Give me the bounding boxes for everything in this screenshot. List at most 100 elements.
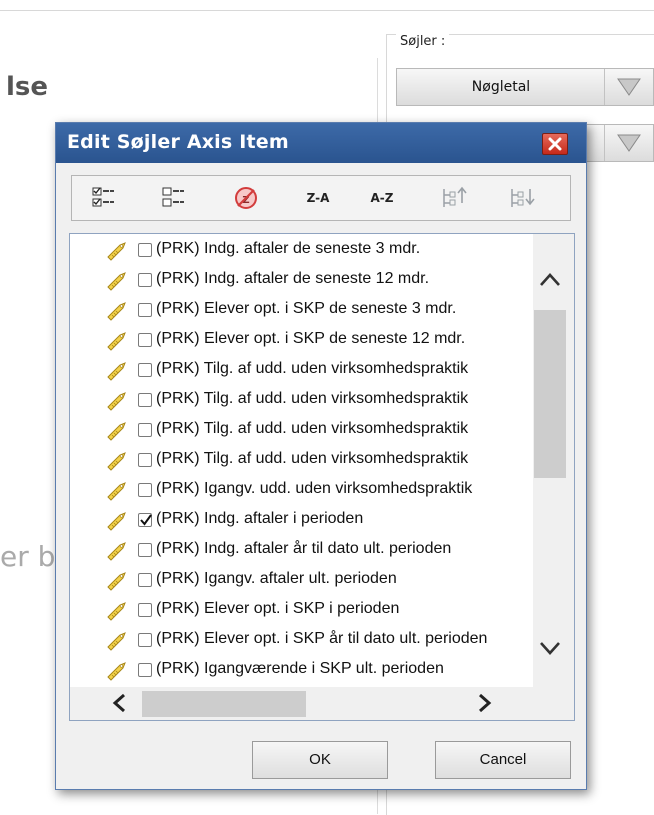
list-item[interactable]: (PRK) Igangværende i SKP ult. perioden <box>70 657 530 685</box>
clear-sort-button[interactable]: Z <box>230 185 262 211</box>
list-item[interactable]: (PRK) Elever opt. i SKP i perioden <box>70 597 530 625</box>
item-label: (PRK) Elever opt. i SKP år til dato ult.… <box>156 630 488 647</box>
dropdown-arrow[interactable] <box>604 125 653 161</box>
move-down-icon <box>511 189 535 207</box>
close-icon <box>548 137 562 151</box>
triangle-down-icon <box>617 78 641 96</box>
item-checkbox[interactable] <box>138 573 152 587</box>
measure-ruler-icon <box>105 390 126 411</box>
sort-descending-button[interactable]: Z-A <box>300 185 332 211</box>
item-checkbox[interactable] <box>138 483 152 497</box>
measure-ruler-icon <box>105 570 126 591</box>
soejler-label: Søjler : <box>396 34 450 49</box>
item-label: (PRK) Tilg. af udd. uden virksomhedsprak… <box>156 450 469 467</box>
item-checkbox[interactable] <box>138 513 152 527</box>
horizontal-scrollbar[interactable] <box>70 687 533 720</box>
item-checkbox[interactable] <box>138 543 152 557</box>
measure-ruler-icon <box>105 600 126 621</box>
item-checkbox[interactable] <box>138 663 152 677</box>
dialog-title: Edit Søjler Axis Item <box>67 131 289 153</box>
edit-axis-item-dialog: Edit Søjler Axis Item Z Z-A A-Z (PRK) In… <box>55 122 587 790</box>
sort-ascending-button[interactable]: A-Z <box>364 185 396 211</box>
triangle-down-icon <box>617 134 641 152</box>
item-label: (PRK) Tilg. af udd. uden virksomhedsprak… <box>156 390 469 407</box>
cancel-button[interactable]: Cancel <box>435 741 571 779</box>
item-checkbox[interactable] <box>138 333 152 347</box>
dialog-titlebar[interactable]: Edit Søjler Axis Item <box>56 123 586 163</box>
measure-ruler-icon <box>105 540 126 561</box>
background-heading: lse <box>6 72 49 102</box>
sort-desc-label: Z-A <box>306 191 330 205</box>
scroll-right-button[interactable] <box>476 692 494 714</box>
item-label: (PRK) Igangv. aftaler ult. perioden <box>156 570 397 587</box>
measure-ruler-icon <box>105 360 126 381</box>
uncheck-all-button[interactable] <box>160 185 192 211</box>
list-item[interactable]: (PRK) Elever opt. i SKP år til dato ult.… <box>70 627 530 655</box>
list-item[interactable]: (PRK) Tilg. af udd. uden virksomhedsprak… <box>70 447 530 475</box>
sort-asc-label: A-Z <box>370 191 394 205</box>
dropdown-value: Nøgletal <box>471 79 531 95</box>
list-item[interactable]: (PRK) Igangv. udd. uden virksomhedsprakt… <box>70 477 530 505</box>
chevron-right-icon <box>479 693 492 713</box>
list-item[interactable]: (PRK) Tilg. af udd. uden virksomhedsprak… <box>70 357 530 385</box>
list-item[interactable]: (PRK) Elever opt. i SKP de seneste 12 md… <box>70 327 530 355</box>
list-item[interactable]: (PRK) Indg. aftaler de seneste 12 mdr. <box>70 267 530 295</box>
item-label: (PRK) Tilg. af udd. uden virksomhedsprak… <box>156 360 469 377</box>
scroll-down-button[interactable] <box>537 638 563 658</box>
measure-ruler-icon <box>105 270 126 291</box>
measure-ruler-icon <box>105 660 126 681</box>
scroll-corner <box>533 687 574 720</box>
item-label: (PRK) Tilg. af udd. uden virksomhedsprak… <box>156 420 469 437</box>
measure-ruler-icon <box>105 300 126 321</box>
item-checkbox[interactable] <box>138 273 152 287</box>
vertical-scrollbar[interactable] <box>533 234 574 687</box>
item-checkbox[interactable] <box>138 453 152 467</box>
item-label: (PRK) Indg. aftaler år til dato ult. per… <box>156 540 452 557</box>
item-checkbox[interactable] <box>138 363 152 377</box>
vertical-scroll-thumb[interactable] <box>534 310 566 478</box>
item-label: (PRK) Indg. aftaler de seneste 12 mdr. <box>156 270 430 287</box>
axis-item-list[interactable]: (PRK) Indg. aftaler de seneste 3 mdr. (PR… <box>69 233 575 721</box>
check-all-button[interactable] <box>90 185 122 211</box>
item-label: (PRK) Elever opt. i SKP de seneste 12 md… <box>156 330 466 347</box>
item-checkbox[interactable] <box>138 303 152 317</box>
item-label: (PRK) Indg. aftaler i perioden <box>156 510 364 527</box>
uncheck-all-icon <box>162 187 184 207</box>
measure-ruler-icon <box>105 240 126 261</box>
item-label: (PRK) Elever opt. i SKP de seneste 3 mdr… <box>156 300 457 317</box>
check-all-icon <box>92 187 114 207</box>
measure-ruler-icon <box>105 510 126 531</box>
item-checkbox[interactable] <box>138 423 152 437</box>
background-text: er b <box>0 540 56 573</box>
scroll-up-button[interactable] <box>537 270 563 290</box>
list-item[interactable]: (PRK) Elever opt. i SKP de seneste 3 mdr… <box>70 297 530 325</box>
chevron-left-icon <box>112 693 125 713</box>
dialog-toolbar: Z Z-A A-Z <box>71 175 571 221</box>
list-item[interactable]: (PRK) Igangv. aftaler ult. perioden <box>70 567 530 595</box>
ok-button[interactable]: OK <box>252 741 388 779</box>
item-checkbox[interactable] <box>138 633 152 647</box>
item-label: (PRK) Igangv. udd. uden virksomhedsprakt… <box>156 480 473 497</box>
chevron-down-icon <box>540 642 560 655</box>
top-divider <box>0 10 654 11</box>
soejler-dropdown[interactable]: Nøgletal <box>396 68 654 106</box>
chevron-up-icon <box>540 273 560 286</box>
scroll-left-button[interactable] <box>110 692 128 714</box>
list-item[interactable]: (PRK) Tilg. af udd. uden virksomhedsprak… <box>70 387 530 415</box>
item-label: (PRK) Igangværende i SKP ult. perioden <box>156 660 444 677</box>
list-item[interactable]: (PRK) Indg. aftaler i perioden <box>70 507 530 535</box>
item-checkbox[interactable] <box>138 243 152 257</box>
list-item[interactable]: (PRK) Tilg. af udd. uden virksomhedsprak… <box>70 417 530 445</box>
item-label: (PRK) Elever opt. i SKP i perioden <box>156 600 400 617</box>
move-down-button[interactable] <box>506 185 538 211</box>
item-checkbox[interactable] <box>138 603 152 617</box>
item-checkbox[interactable] <box>138 393 152 407</box>
measure-ruler-icon <box>105 630 126 651</box>
move-up-button[interactable] <box>438 185 470 211</box>
dropdown-arrow[interactable] <box>604 69 653 105</box>
close-button[interactable] <box>542 133 568 155</box>
move-up-icon <box>443 186 467 207</box>
horizontal-scroll-thumb[interactable] <box>142 691 306 717</box>
list-item[interactable]: (PRK) Indg. aftaler år til dato ult. per… <box>70 537 530 565</box>
list-item[interactable]: (PRK) Indg. aftaler de seneste 3 mdr. <box>70 237 530 265</box>
